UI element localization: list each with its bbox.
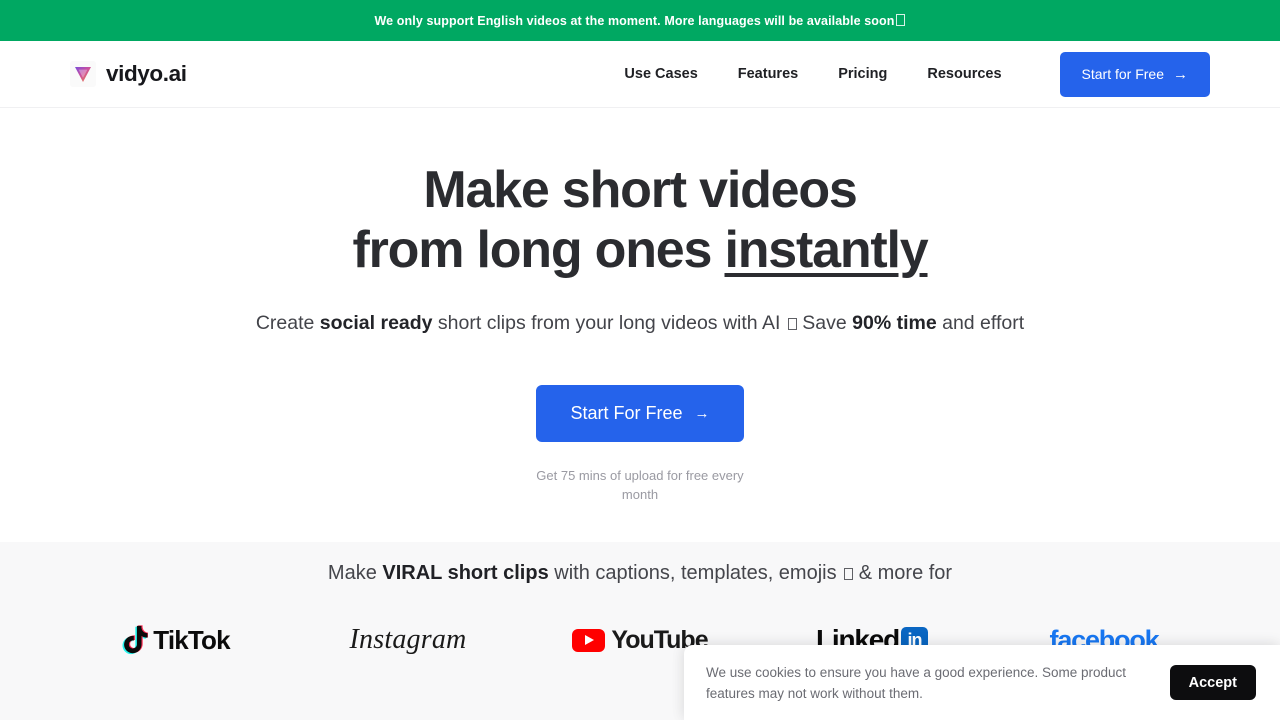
tiktok-wordmark: TikTok	[153, 624, 230, 655]
logo-slot-instagram: Instagram	[292, 620, 524, 660]
site-header: vidyo.ai Use Cases Features Pricing Reso…	[0, 41, 1280, 108]
nav-item-use-cases: Use Cases	[604, 65, 717, 83]
hero-sub-bold-90-percent: 90% time	[852, 312, 937, 334]
hero-title-line1: Make short videos	[423, 161, 858, 219]
hero-title-underlined-word: instantly	[724, 221, 929, 279]
cookie-accept-button[interactable]: Accept	[1169, 665, 1256, 700]
tiktok-note-icon	[122, 625, 149, 655]
arrow-right-icon: →	[1173, 65, 1188, 83]
hero-subtitle-emoji-icon	[787, 318, 797, 330]
brand-name: vidyo.ai	[106, 61, 187, 86]
announcement-text: We only support English videos at the mo…	[375, 13, 906, 28]
nav-link-pricing[interactable]: Pricing	[818, 56, 907, 92]
instagram-wordmark: Instagram	[349, 624, 467, 655]
header-cta-label: Start for Free	[1081, 66, 1164, 82]
hero-subtitle: Create social ready short clips from you…	[0, 308, 1280, 339]
social-headline-part1: Make	[327, 562, 383, 584]
main-navigation: Use Cases Features Pricing Resources Sta…	[604, 51, 1210, 97]
nav-link-features[interactable]: Features	[718, 56, 818, 92]
tiktok-logo: TikTok	[122, 624, 231, 656]
social-headline-part3: & more for	[853, 562, 953, 584]
cookie-consent-message: We use cookies to ensure you have a good…	[706, 664, 1127, 701]
nav-item-resources: Resources	[907, 65, 1021, 83]
cookie-consent-banner: We use cookies to ensure you have a good…	[684, 645, 1280, 720]
youtube-play-icon	[572, 628, 606, 652]
arrow-right-icon: →	[694, 405, 710, 422]
logo-slot-tiktok: TikTok	[60, 620, 292, 660]
hero-title: Make short videos from long ones instant…	[0, 160, 1280, 280]
nav-link-list: Use Cases Features Pricing Resources	[604, 65, 1021, 83]
nav-item-pricing: Pricing	[818, 65, 907, 83]
hero-section: Make short videos from long ones instant…	[0, 108, 1280, 542]
social-headline-emoji-icon	[844, 568, 854, 580]
announcement-emoji-icon	[896, 13, 906, 26]
page-root: We only support English videos at the mo…	[0, 0, 1280, 720]
nav-link-resources[interactable]: Resources	[907, 56, 1021, 92]
hero-free-upload-note: Get 75 mins of upload for free every mon…	[536, 468, 744, 502]
hero-sub-part1: Create	[255, 312, 320, 334]
hero-sub-part2: short clips from your long videos with A…	[432, 312, 786, 334]
nav-link-use-cases[interactable]: Use Cases	[604, 56, 717, 92]
social-proof-headline: Make VIRAL short clips with captions, te…	[0, 558, 1280, 588]
hero-sub-bold-social-ready: social ready	[319, 312, 433, 334]
hero-start-for-free-button[interactable]: Start For Free →	[536, 385, 744, 442]
social-headline-bold-viral: VIRAL short clips	[382, 562, 549, 584]
hero-cta-label: Start For Free	[570, 403, 683, 423]
hero-sub-part4: and effort	[936, 312, 1025, 334]
header-start-for-free-button[interactable]: Start for Free →	[1059, 51, 1210, 97]
nav-item-features: Features	[718, 65, 818, 83]
hero-title-line2-prefix: from long ones	[352, 221, 725, 279]
hero-cta-row: Start For Free →	[0, 385, 1280, 442]
hero-sub-part3: Save	[796, 312, 853, 334]
social-headline-part2: with captions, templates, emojis	[548, 562, 843, 584]
brand-logo-link[interactable]: vidyo.ai	[70, 61, 187, 87]
announcement-banner: We only support English videos at the mo…	[0, 0, 1280, 41]
vidyo-triangle-logo-icon	[70, 61, 96, 87]
